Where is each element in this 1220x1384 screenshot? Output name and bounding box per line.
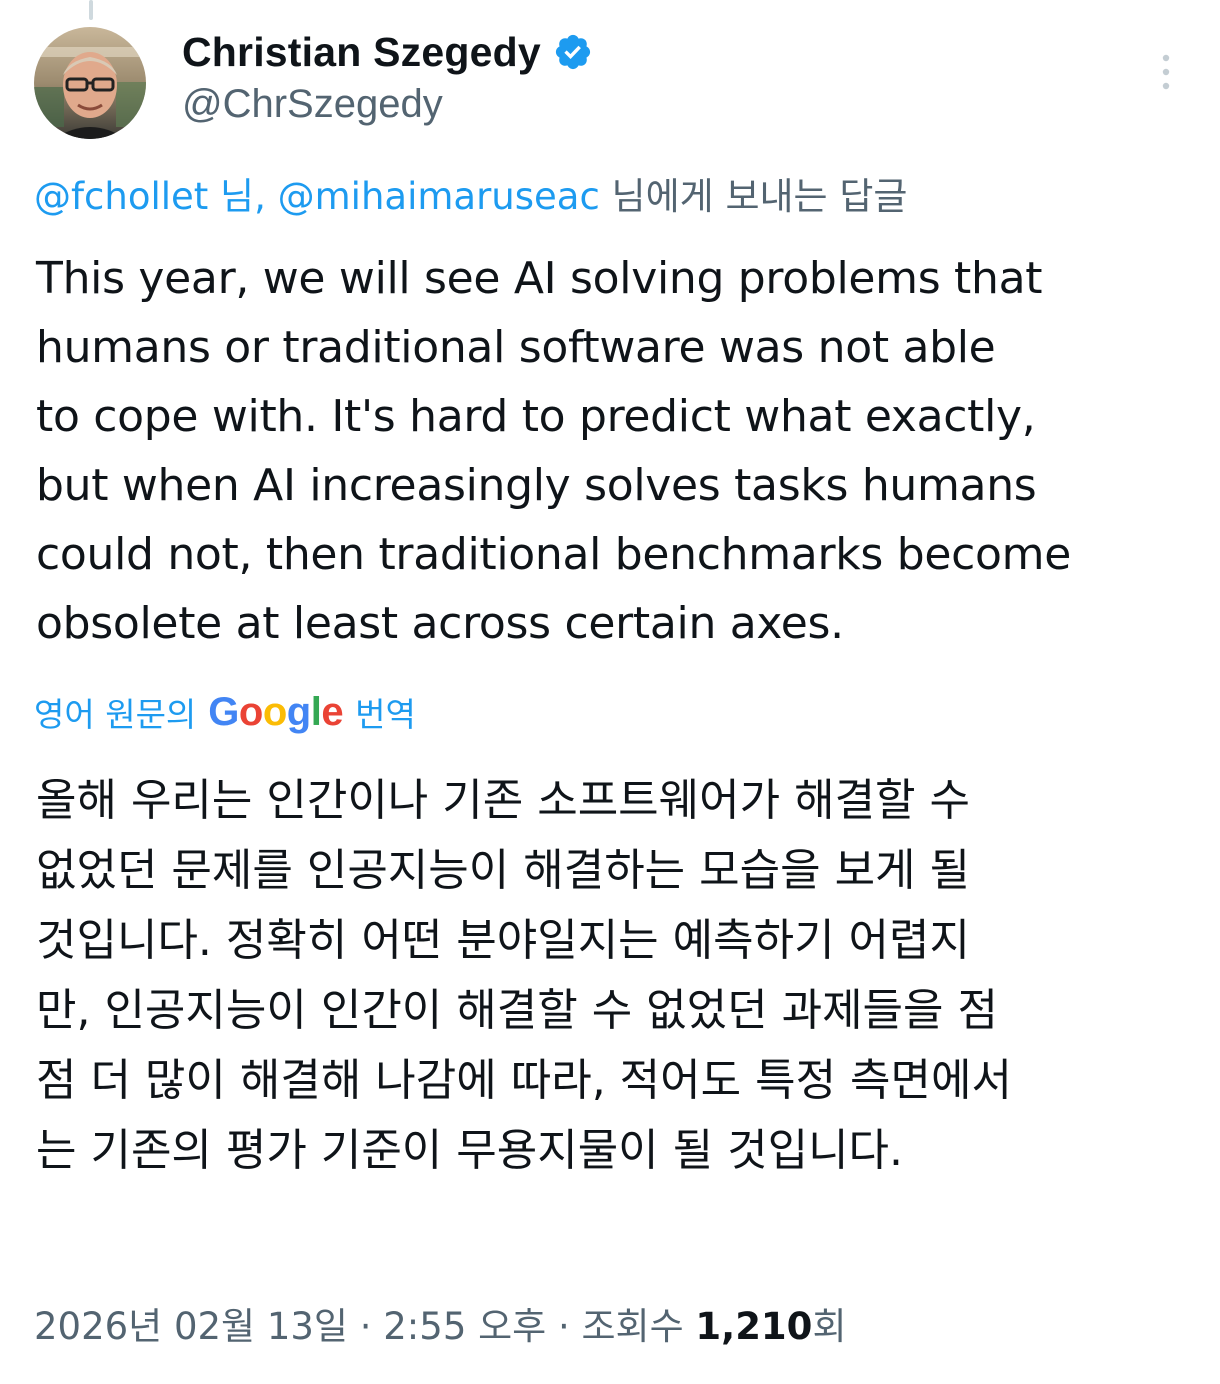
translated-line: 점 더 많이 해결해 나감에 따라, 적어도 특정 측면에서 [36,1055,1012,1106]
tweet-line: obsolete at least across certain axes. [36,598,844,649]
tweet-line: to cope with. It's hard to predict what … [36,391,1036,442]
translation-attribution[interactable]: 영어 원문의 Google 번역 [34,688,416,736]
thread-connector-line [89,0,93,20]
reply-to-context: @fchollet 님, @mihaimaruseac 님에게 보내는 답글 [34,166,907,220]
google-letter: g [286,689,311,734]
meta-separator: · [546,1305,582,1348]
mention-link-fchollet[interactable]: @fchollet [34,175,208,218]
translated-body: 올해 우리는 인간이나 기존 소프트웨어가 해결할 수 없었던 문제를 인공지능… [36,766,1196,1186]
reply-to-suffix: 님에게 보내는 답글 [599,175,908,218]
tweet-metadata: 2026년 02월 13일 · 2:55 오후 · 조회수 1,210회 [34,1296,846,1350]
tweet-line: humans or traditional software was not a… [36,322,996,373]
translated-line: 올해 우리는 인간이나 기존 소프트웨어가 해결할 수 [36,775,970,826]
author-display-name[interactable]: Christian Szegedy [182,29,541,76]
google-letter: o [238,689,263,734]
tweet-line: but when AI increasingly solves tasks hu… [36,460,1037,511]
avatar[interactable] [34,27,146,139]
google-letter: e [321,689,344,734]
name-row: Christian Szegedy [182,26,593,78]
translated-line: 것입니다. 정확히 어떤 분야일지는 예측하기 어렵지 [36,915,970,966]
verified-badge-icon [555,34,590,70]
reply-separator: 님, [208,175,278,218]
google-letter: o [262,689,287,734]
tweet-line: This year, we will see AI solving proble… [36,253,1043,304]
author-block[interactable]: Christian Szegedy @ChrSzegedy [182,26,593,127]
translated-line: 는 기존의 평가 기준이 무용지물이 될 것입니다. [36,1125,904,1176]
tweet-time[interactable]: 2:55 오후 [383,1305,546,1348]
views-count: 1,210 [695,1305,813,1348]
views-label: 조회수 [581,1305,696,1348]
google-letter: l [310,689,322,734]
translation-prefix: 영어 원문의 [34,695,197,734]
translated-line: 만, 인공지능이 인간이 해결할 수 없었던 과제들을 점 [36,985,998,1036]
translation-suffix: 번역 [355,695,416,734]
translated-line: 없었던 문제를 인공지능이 해결하는 모습을 보게 될 [36,845,970,896]
google-logo: Google [208,690,343,735]
mention-link-mihaimaruseac[interactable]: @mihaimaruseac [278,175,600,218]
tweet-date[interactable]: 2026년 02월 13일 [34,1305,348,1348]
tweet-line: could not, then traditional benchmarks b… [36,529,1071,580]
avatar-image [34,27,146,139]
tweet-body: This year, we will see AI solving proble… [36,244,1196,658]
more-options-icon[interactable] [1156,50,1176,94]
google-letter: G [208,689,239,734]
meta-separator: · [347,1305,384,1348]
author-handle[interactable]: @ChrSzegedy [182,82,593,127]
views-unit: 회 [812,1305,847,1348]
